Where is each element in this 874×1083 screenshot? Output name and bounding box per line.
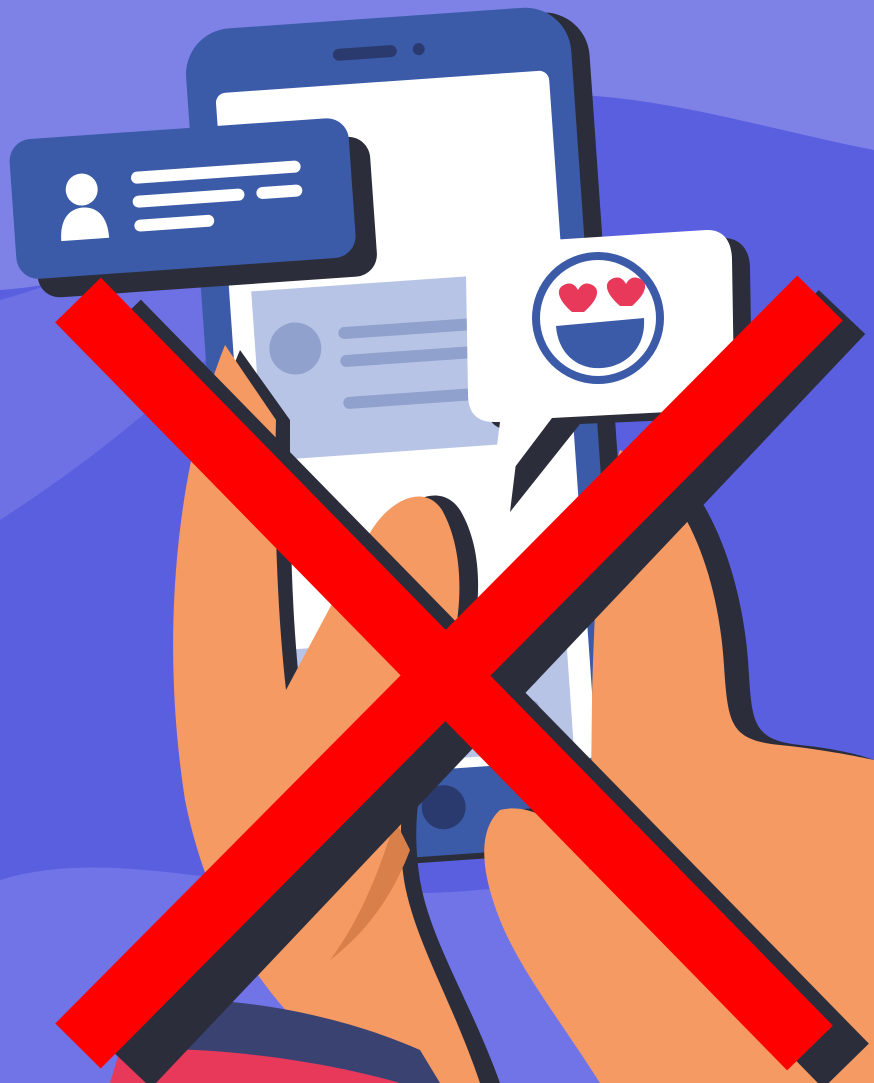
notification-bubble (9, 118, 377, 298)
illustration (0, 0, 874, 1083)
heart-eyes-emoji-icon (532, 252, 664, 384)
